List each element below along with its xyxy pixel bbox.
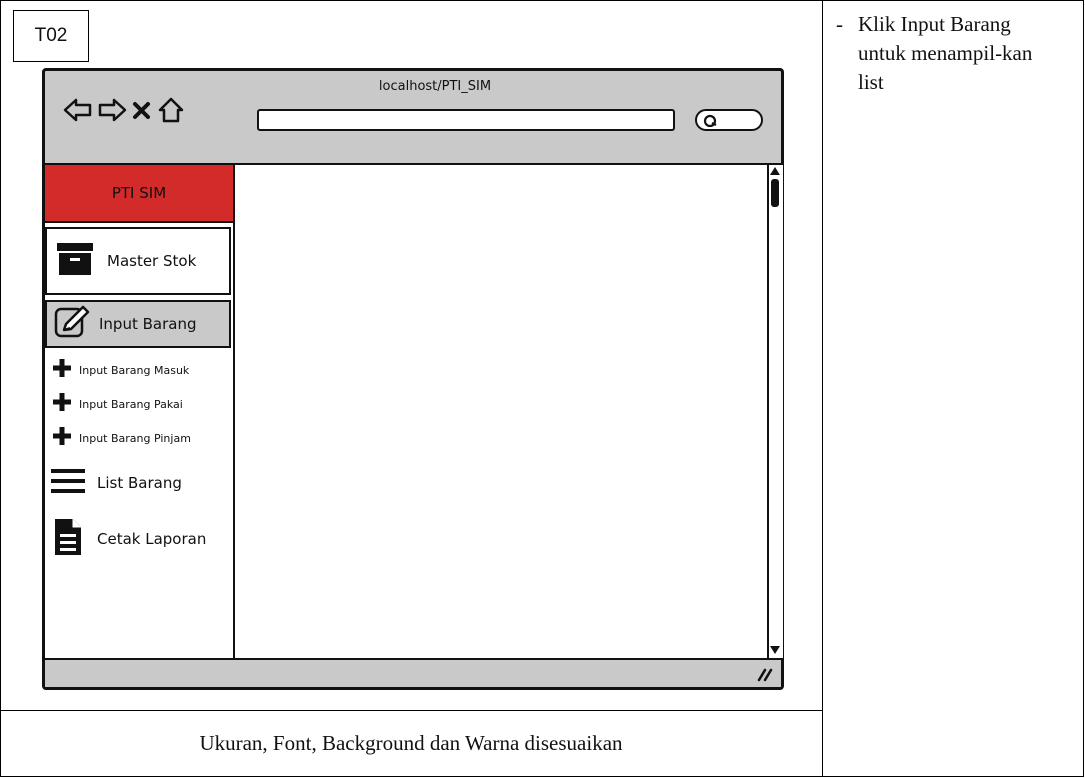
plus-icon: [51, 391, 73, 417]
search-icon: [703, 114, 717, 128]
table-column-divider: [822, 0, 823, 777]
home-icon[interactable]: [157, 96, 185, 128]
resize-grip-icon[interactable]: [755, 666, 775, 682]
sidebar-subitem-barang-pinjam[interactable]: Input Barang Pinjam: [51, 425, 191, 451]
table-border-left: [0, 0, 1, 777]
task-code-label: T02: [13, 10, 89, 62]
table-row-divider: [0, 710, 823, 711]
sidebar: PTI SIM Master Stok Input Barang Input B…: [45, 165, 235, 658]
sidebar-item-label: Cetak Laporan: [97, 530, 207, 548]
note-bullet: -: [836, 12, 843, 36]
back-arrow-icon[interactable]: [63, 97, 93, 127]
table-border-top: [0, 0, 1084, 1]
document-icon: [51, 517, 85, 561]
scroll-thumb[interactable]: [771, 179, 779, 207]
sidebar-item-label: List Barang: [97, 474, 182, 492]
close-icon[interactable]: [131, 97, 153, 127]
browser-url-title: localhost/PTI_SIM: [378, 79, 492, 94]
sidebar-item-list-barang[interactable]: List Barang: [51, 466, 182, 500]
sidebar-item-label: Master Stok: [107, 252, 197, 270]
edit-pencil-icon: [53, 304, 93, 344]
sidebar-subitem-label: Input Barang Masuk: [79, 363, 190, 377]
sidebar-item-master-stok[interactable]: Master Stok: [45, 227, 231, 295]
forward-arrow-icon[interactable]: [97, 97, 127, 127]
table-border-right: [1083, 0, 1084, 777]
browser-search-box[interactable]: [695, 109, 763, 131]
browser-viewport: PTI SIM Master Stok Input Barang Input B…: [45, 163, 783, 660]
sidebar-item-label: Input Barang: [99, 315, 197, 333]
scroll-up-arrow-icon[interactable]: [769, 166, 781, 176]
list-lines-icon: [51, 466, 85, 500]
archive-box-icon: [55, 239, 95, 283]
browser-status-bar: [45, 660, 781, 687]
plus-icon: [51, 357, 73, 383]
instruction-note: - Klik Input Barang untuk menampil-kan l…: [836, 10, 1076, 97]
browser-nav-buttons: [63, 95, 189, 129]
browser-window: localhost/PTI_SIM PTI SIM Master Stok In…: [42, 68, 784, 690]
sidebar-subitem-label: Input Barang Pakai: [79, 397, 183, 411]
document-table: T02 localhost/PTI_SIM PTI SIM Master Sto…: [0, 0, 1084, 777]
sidebar-subitem-barang-masuk[interactable]: Input Barang Masuk: [51, 357, 189, 383]
brand-header[interactable]: PTI SIM: [45, 165, 233, 223]
vertical-scrollbar[interactable]: [767, 165, 783, 658]
caption-text: Ukuran, Font, Background dan Warna dises…: [199, 730, 623, 755]
sidebar-item-input-barang[interactable]: Input Barang: [45, 300, 231, 348]
sidebar-item-cetak-laporan[interactable]: Cetak Laporan: [51, 517, 206, 561]
note-text: Klik Input Barang untuk menampil-kan lis…: [858, 12, 1033, 94]
sidebar-subitem-label: Input Barang Pinjam: [79, 431, 191, 445]
sidebar-subitem-barang-pakai[interactable]: Input Barang Pakai: [51, 391, 183, 417]
plus-icon: [51, 425, 73, 451]
scroll-down-arrow-icon[interactable]: [769, 645, 781, 655]
address-bar[interactable]: [257, 109, 675, 131]
table-border-bottom: [0, 776, 1084, 777]
